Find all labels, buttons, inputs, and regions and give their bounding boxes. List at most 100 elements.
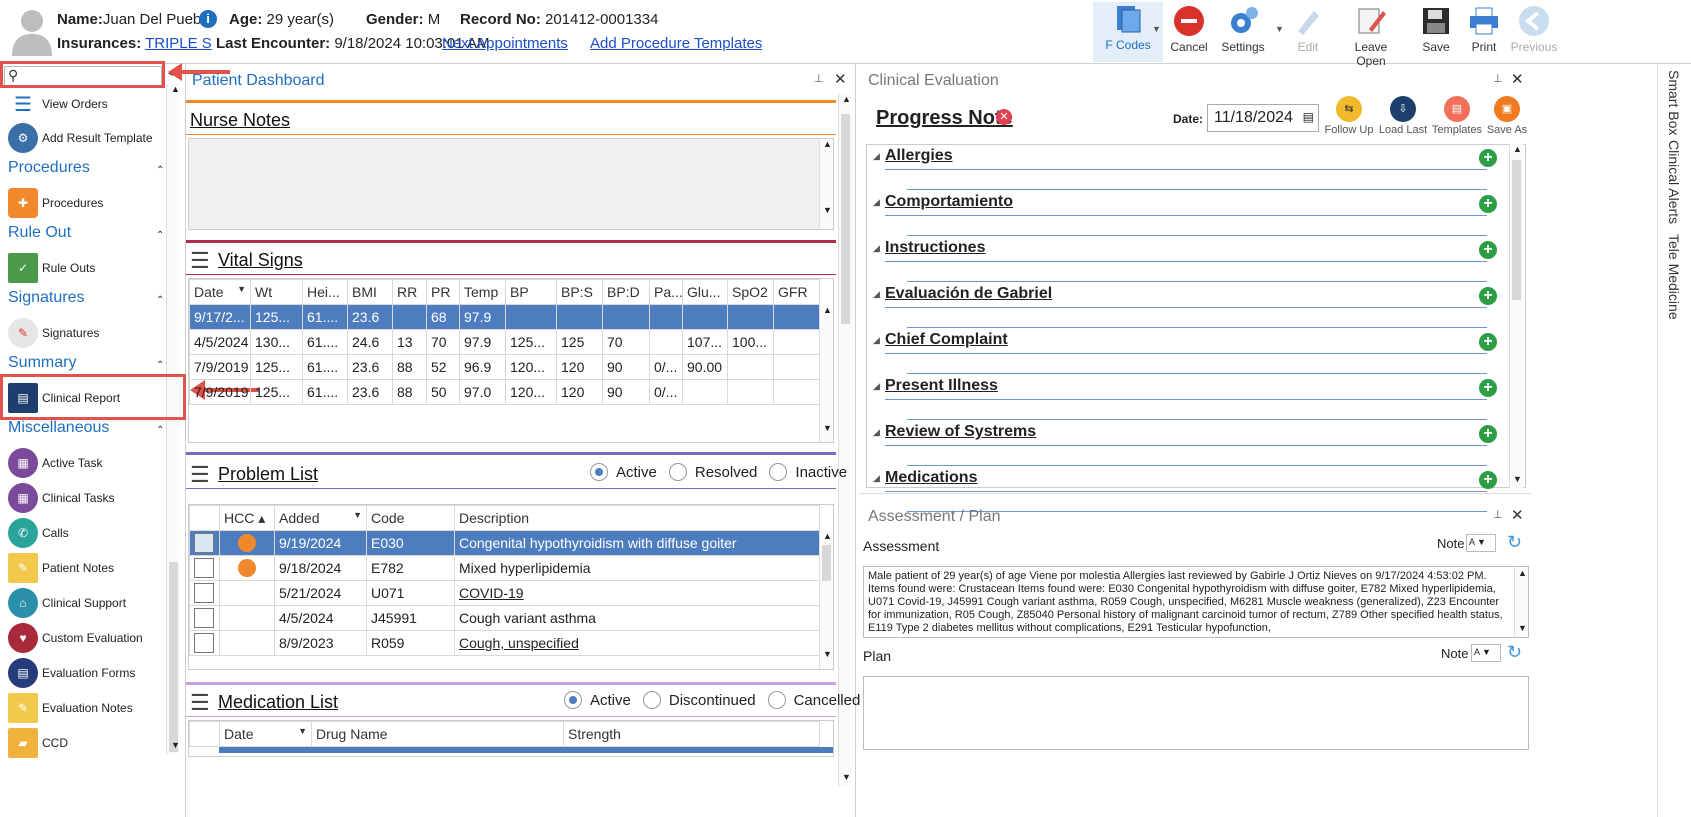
sidebar-item-patient-notes[interactable]: ✎ Patient Notes xyxy=(8,551,114,585)
refresh-icon[interactable]: ↻ xyxy=(1507,532,1522,553)
assessment-format-dropdown[interactable]: A ▼ xyxy=(1466,534,1496,552)
section-summary[interactable]: Summary xyxy=(8,354,76,372)
sidebar-item-custom-evaluation[interactable]: ♥ Custom Evaluation xyxy=(8,621,143,655)
col-hcc[interactable]: HCC ▴ xyxy=(219,505,275,531)
vitals-col-header[interactable]: Pa... xyxy=(649,279,683,305)
vitals-col-header[interactable]: Glu... xyxy=(682,279,728,305)
add-icon[interactable]: + xyxy=(1479,287,1497,305)
add-procedure-templates-link[interactable]: Add Procedure Templates xyxy=(590,35,762,52)
dashboard-scrollbar[interactable]: ▲ ▼ xyxy=(838,94,852,786)
chevron-up-icon[interactable]: ⌃ xyxy=(156,425,164,436)
close-icon[interactable]: ✕ xyxy=(1511,70,1524,88)
section-signatures[interactable]: Signatures xyxy=(8,289,85,307)
chevron-up-icon[interactable]: ⌃ xyxy=(156,165,164,176)
row-checkbox[interactable] xyxy=(189,605,220,631)
close-icon[interactable]: ✕ xyxy=(1511,506,1524,524)
hamburger-icon[interactable]: ☰ xyxy=(190,248,210,274)
expand-arrow-icon[interactable]: ◢ xyxy=(873,427,880,438)
expand-arrow-icon[interactable]: ◢ xyxy=(873,289,880,300)
vitals-col-header[interactable]: BP:S xyxy=(556,279,603,305)
filter-resolved-radio[interactable]: Resolved xyxy=(668,463,757,481)
vitals-col-header[interactable]: Wt xyxy=(250,279,303,305)
col-added[interactable]: Added ▼ xyxy=(274,505,367,531)
leave-open-button[interactable]: Leave Open xyxy=(1340,4,1402,68)
assessment-text[interactable]: Male patient of 29 year(s) of age Viene … xyxy=(863,566,1529,638)
sidebar-item-calls[interactable]: ✆ Calls xyxy=(8,516,69,550)
med-cancelled-radio[interactable]: Cancelled xyxy=(767,691,860,709)
expand-arrow-icon[interactable]: ◢ xyxy=(873,381,880,392)
add-icon[interactable]: + xyxy=(1479,195,1497,213)
col-strength[interactable]: Strength xyxy=(563,721,820,747)
add-icon[interactable]: + xyxy=(1479,425,1497,443)
table-row[interactable]: 7/9/2019 125... 61.... 23.6 88 50 97.0 120... 12… xyxy=(189,379,820,405)
pin-icon[interactable]: ⊥ xyxy=(814,72,824,85)
expand-arrow-icon[interactable]: ◢ xyxy=(873,473,880,484)
clinical-section[interactable]: ◢ Present Illness + xyxy=(873,377,1497,423)
vitals-col-header[interactable]: BP xyxy=(505,279,557,305)
table-row[interactable]: 9/18/2024 E782 Mixed hyperlipidemia xyxy=(189,555,820,581)
section-procedures[interactable]: Procedures xyxy=(8,159,90,177)
vitals-col-header[interactable]: PR xyxy=(426,279,460,305)
next-appointments-link[interactable]: Next Appointments xyxy=(442,35,568,52)
row-checkbox[interactable] xyxy=(189,530,220,556)
table-row[interactable]: 9/19/2024 E030 Congenital hypothyroidism w… xyxy=(189,530,820,556)
add-icon[interactable]: + xyxy=(1479,333,1497,351)
close-icon[interactable]: ✕ xyxy=(834,70,847,88)
sidebar-item-rule-outs[interactable]: ✓ Rule Outs xyxy=(8,251,95,285)
expand-arrow-icon[interactable]: ◢ xyxy=(873,335,880,346)
filter-active-radio[interactable]: Active xyxy=(590,463,657,481)
sort-icon[interactable]: ▼ xyxy=(237,284,246,294)
expand-arrow-icon[interactable]: ◢ xyxy=(873,243,880,254)
table-row[interactable]: 4/5/2024 J45991 Cough variant asthma xyxy=(189,605,820,631)
tab-smart-box[interactable]: Smart Box xyxy=(1666,70,1682,135)
hamburger-icon[interactable]: ☰ xyxy=(190,690,210,716)
plan-format-dropdown[interactable]: A ▼ xyxy=(1471,644,1501,662)
pin-icon[interactable]: ⊥ xyxy=(1493,508,1503,521)
edit-button[interactable]: Edit xyxy=(1279,4,1337,60)
vitals-col-header[interactable]: SpO2 xyxy=(727,279,774,305)
sidebar-item-active-task[interactable]: ▦ Active Task xyxy=(8,446,102,480)
remove-note-icon[interactable]: ✕ xyxy=(996,109,1012,125)
add-icon[interactable]: + xyxy=(1479,379,1497,397)
settings-button[interactable]: Settings xyxy=(1214,4,1272,60)
vitals-col-header[interactable]: Date ▼ xyxy=(189,279,251,305)
col-date[interactable]: Date ▼ xyxy=(219,721,312,747)
refresh-icon[interactable]: ↻ xyxy=(1507,642,1522,663)
clinical-section[interactable]: ◢ Allergies + xyxy=(873,147,1497,193)
clinical-section[interactable]: ◢ Instructiones + xyxy=(873,239,1497,285)
clinical-scrollbar[interactable]: ▲ ▼ xyxy=(1509,144,1523,488)
follow-up-button[interactable]: ⇆ Follow Up xyxy=(1323,96,1375,136)
insurance-link[interactable]: TRIPLE S xyxy=(145,35,212,52)
vitals-col-header[interactable]: RR xyxy=(392,279,427,305)
vitals-col-header[interactable]: BMI xyxy=(347,279,393,305)
tab-clinical-alerts[interactable]: Clinical Alerts xyxy=(1666,140,1682,224)
tab-tele-medicine[interactable]: Tele Medicine xyxy=(1666,234,1682,320)
sidebar-item-clinical-tasks[interactable]: ▦ Clinical Tasks xyxy=(8,481,114,515)
table-row[interactable]: 9/17/2... 125... 61.... 23.6 68 97.9 xyxy=(189,304,820,330)
row-checkbox[interactable] xyxy=(189,630,220,656)
sidebar-item-procedures[interactable]: ✚ Procedures xyxy=(8,186,103,220)
info-icon[interactable]: i xyxy=(199,10,217,28)
clinical-section[interactable]: ◢ Chief Complaint + xyxy=(873,331,1497,377)
previous-button[interactable]: Previous xyxy=(1505,4,1563,60)
sidebar-item-view-orders[interactable]: ☰ View Orders xyxy=(8,87,108,121)
calendar-icon[interactable]: ▤ xyxy=(1303,110,1314,124)
table-row[interactable]: 8/9/2023 R059 Cough, unspecified xyxy=(189,630,820,656)
col-description[interactable]: Description xyxy=(454,505,820,531)
table-row[interactable]: 7/9/2019 125... 61.... 23.6 88 52 96.9 120... 12… xyxy=(189,354,820,380)
med-discontinued-radio[interactable]: Discontinued xyxy=(642,691,756,709)
hamburger-icon[interactable]: ☰ xyxy=(190,462,210,488)
chevron-up-icon[interactable]: ⌃ xyxy=(156,295,164,306)
chevron-up-icon[interactable]: ⌃ xyxy=(156,230,164,241)
expand-arrow-icon[interactable]: ◢ xyxy=(873,151,880,162)
templates-button[interactable]: ▤ Templates xyxy=(1431,96,1483,136)
date-field[interactable]: 11/18/2024 ▤ xyxy=(1207,104,1319,132)
filter-inactive-radio[interactable]: Inactive xyxy=(769,463,847,481)
row-checkbox[interactable] xyxy=(189,580,220,606)
sidebar-item-evaluation-forms[interactable]: ▤ Evaluation Forms xyxy=(8,656,135,690)
load-last-button[interactable]: ⇩ Load Last xyxy=(1377,96,1429,136)
vitals-col-header[interactable]: Temp xyxy=(459,279,506,305)
section-miscellaneous[interactable]: Miscellaneous xyxy=(8,419,109,437)
section-rule-out[interactable]: Rule Out xyxy=(8,224,71,242)
add-icon[interactable]: + xyxy=(1479,241,1497,259)
